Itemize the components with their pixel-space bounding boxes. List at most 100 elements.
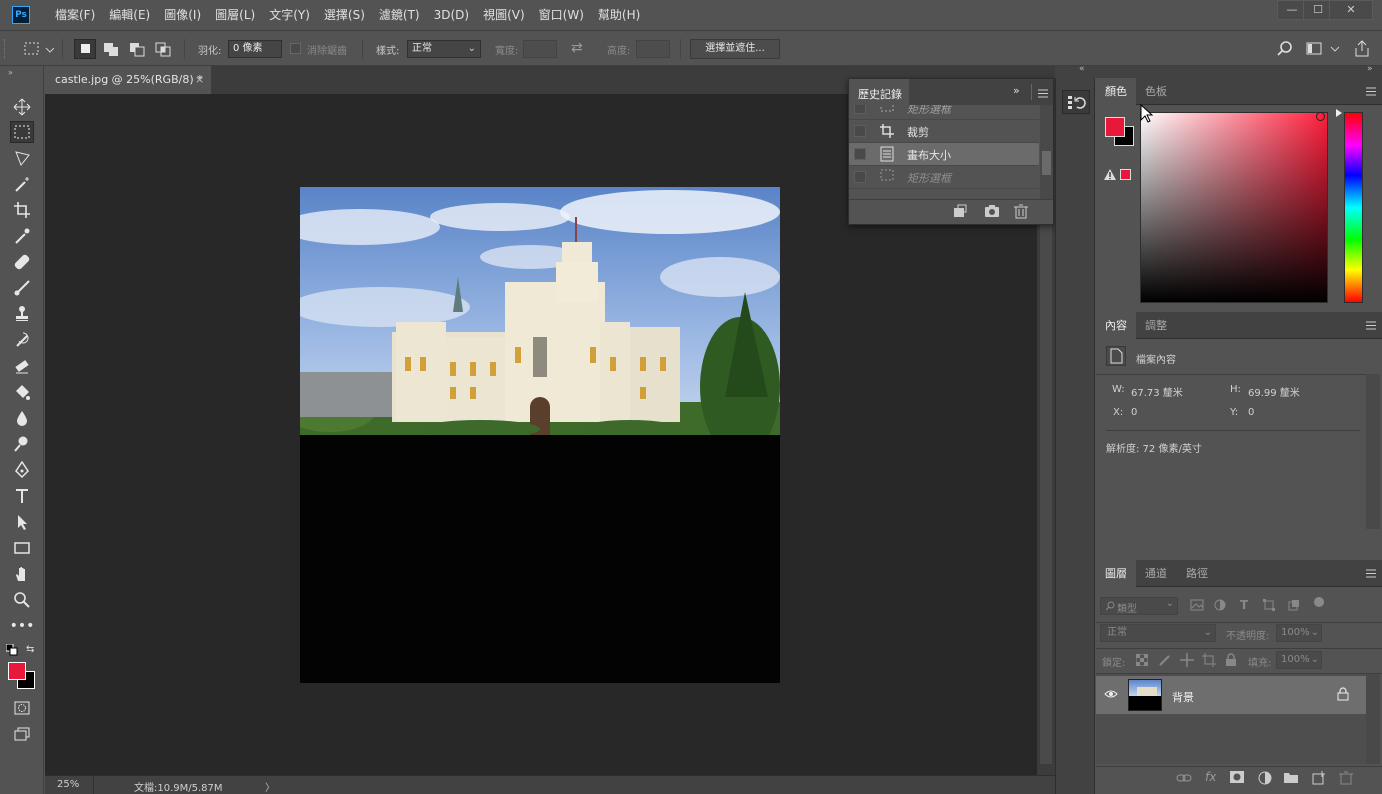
lasso-tool[interactable] bbox=[10, 147, 34, 169]
hue-slider[interactable] bbox=[1344, 112, 1363, 303]
snapshot-source-checkbox[interactable] bbox=[854, 105, 866, 114]
height-input[interactable] bbox=[636, 40, 670, 58]
subtract-selection-button[interactable] bbox=[127, 39, 147, 62]
menu-item-7[interactable]: 3D(D) bbox=[427, 0, 476, 30]
saturation-value-field[interactable] bbox=[1140, 112, 1328, 303]
zoom-level[interactable]: 25% bbox=[57, 779, 79, 790]
blend-mode-select[interactable]: 正常 ⌄ bbox=[1100, 624, 1216, 642]
lock-position-icon[interactable] bbox=[1180, 653, 1194, 670]
menu-item-9[interactable]: 窗口(W) bbox=[532, 0, 591, 30]
tab-swatches[interactable]: 色板 bbox=[1136, 78, 1176, 105]
filter-shape-layers-icon[interactable] bbox=[1263, 599, 1275, 614]
gamut-color-swatch[interactable] bbox=[1120, 169, 1131, 180]
opacity-input[interactable]: 100% ⌄ bbox=[1276, 624, 1322, 642]
select-and-mask-button[interactable]: 選擇並遮住... bbox=[690, 39, 780, 59]
properties-panel-menu[interactable] bbox=[1366, 320, 1376, 330]
layers-panel-menu[interactable] bbox=[1366, 568, 1376, 578]
history-panel-menu[interactable] bbox=[1038, 88, 1048, 101]
close-tab-icon[interactable]: × bbox=[195, 66, 204, 94]
hue-slider-handle[interactable] bbox=[1336, 109, 1342, 117]
paint-bucket-tool[interactable] bbox=[10, 381, 34, 403]
history-dock-button[interactable] bbox=[1062, 90, 1090, 114]
antialias-checkbox[interactable] bbox=[290, 43, 301, 54]
width-value[interactable]: 67.73 釐米 bbox=[1131, 384, 1183, 399]
quick-mask-button[interactable] bbox=[10, 697, 34, 719]
healing-brush-tool[interactable] bbox=[10, 251, 34, 273]
lock-artboard-icon[interactable] bbox=[1202, 653, 1216, 670]
layer-filter-select[interactable]: 類型 ⌄ bbox=[1100, 597, 1178, 615]
snapshot-source-checkbox[interactable] bbox=[854, 148, 866, 160]
magic-wand-tool[interactable] bbox=[10, 173, 34, 195]
menu-item-5[interactable]: 選擇(S) bbox=[317, 0, 372, 30]
x-value[interactable]: 0 bbox=[1131, 407, 1137, 418]
history-brush-tool[interactable] bbox=[10, 329, 34, 351]
share-button[interactable] bbox=[1352, 39, 1372, 62]
menu-item-10[interactable]: 幫助(H) bbox=[591, 0, 647, 30]
filter-type-layers-icon[interactable]: T bbox=[1240, 598, 1248, 612]
new-selection-button[interactable] bbox=[74, 39, 96, 59]
layer-row[interactable]: 背景 bbox=[1096, 676, 1366, 714]
rectangle-tool[interactable] bbox=[10, 537, 34, 559]
collapse-dock-icon[interactable]: » bbox=[1367, 64, 1373, 74]
swap-dimensions-icon[interactable]: ⇄ bbox=[571, 40, 583, 56]
tab-adjustments[interactable]: 調整 bbox=[1136, 312, 1176, 339]
close-button[interactable]: ✕ bbox=[1329, 0, 1373, 20]
blur-tool[interactable] bbox=[10, 407, 34, 429]
fill-input[interactable]: 100% ⌄ bbox=[1276, 651, 1322, 669]
new-group-button[interactable] bbox=[1284, 771, 1298, 786]
document-tab[interactable]: castle.jpg @ 25%(RGB/8) * × bbox=[45, 66, 211, 94]
filter-smart-objects-icon[interactable] bbox=[1288, 599, 1300, 614]
move-tool[interactable] bbox=[10, 96, 34, 118]
layer-visibility-button[interactable] bbox=[1104, 689, 1118, 702]
filter-toggle-icon[interactable] bbox=[1314, 597, 1324, 607]
lock-image-pixels-icon[interactable] bbox=[1158, 653, 1172, 670]
menu-item-6[interactable]: 濾鏡(T) bbox=[372, 0, 427, 30]
adjustment-layer-button[interactable] bbox=[1258, 771, 1272, 788]
eraser-tool[interactable] bbox=[10, 355, 34, 377]
filter-adjustment-layers-icon[interactable] bbox=[1214, 599, 1226, 614]
type-tool[interactable] bbox=[10, 485, 34, 507]
lock-transparent-pixels-icon[interactable] bbox=[1135, 653, 1149, 669]
properties-scrollbar[interactable] bbox=[1366, 374, 1380, 529]
feather-input[interactable]: 0 像素 bbox=[228, 40, 282, 58]
menu-item-8[interactable]: 視圖(V) bbox=[476, 0, 532, 30]
eyedropper-tool[interactable] bbox=[10, 225, 34, 247]
swap-colors-icon[interactable]: ⇆ bbox=[26, 644, 34, 655]
status-menu-arrow-icon[interactable]: 〉 bbox=[265, 779, 275, 794]
history-item[interactable]: 裁剪 bbox=[849, 120, 1039, 143]
hand-tool[interactable] bbox=[10, 563, 34, 585]
add-selection-button[interactable] bbox=[101, 39, 121, 62]
style-select[interactable]: 正常 ⌄ bbox=[407, 40, 481, 58]
add-mask-button[interactable] bbox=[1230, 771, 1244, 786]
menu-item-4[interactable]: 文字(Y) bbox=[262, 0, 317, 30]
color-panel-menu[interactable] bbox=[1366, 86, 1376, 96]
delete-state-button[interactable] bbox=[1013, 203, 1029, 222]
clone-stamp-tool[interactable] bbox=[10, 303, 34, 325]
rect-marquee-tool[interactable] bbox=[10, 121, 34, 143]
tab-layers[interactable]: 圖層 bbox=[1096, 560, 1136, 587]
delete-layer-button[interactable] bbox=[1339, 770, 1353, 788]
new-layer-button[interactable] bbox=[1312, 771, 1326, 788]
search-button[interactable] bbox=[1276, 40, 1294, 61]
screen-mode-button[interactable] bbox=[10, 723, 34, 745]
color-picker-marker[interactable] bbox=[1316, 112, 1325, 121]
default-colors-icon[interactable] bbox=[5, 643, 18, 659]
collapse-toolbar-icon[interactable]: » bbox=[8, 68, 13, 77]
pen-tool[interactable] bbox=[10, 459, 34, 481]
workspace-button[interactable] bbox=[1305, 40, 1341, 61]
expand-dock-icon[interactable]: « bbox=[1079, 64, 1085, 74]
tab-channels[interactable]: 通道 bbox=[1136, 560, 1176, 587]
tab-paths[interactable]: 路徑 bbox=[1177, 560, 1217, 587]
marquee-tool-preset-button[interactable] bbox=[22, 40, 55, 61]
layer-effects-button[interactable]: fx bbox=[1205, 770, 1216, 784]
new-document-from-state-button[interactable] bbox=[952, 203, 968, 222]
foreground-color-swatch[interactable] bbox=[8, 662, 26, 680]
history-item[interactable]: 矩形選框 bbox=[849, 105, 1039, 120]
snapshot-source-checkbox[interactable] bbox=[854, 171, 866, 183]
history-scrollbar[interactable] bbox=[1040, 105, 1053, 199]
snapshot-source-checkbox[interactable] bbox=[854, 125, 866, 137]
menu-item-3[interactable]: 圖層(L) bbox=[208, 0, 262, 30]
intersect-selection-button[interactable] bbox=[153, 39, 173, 62]
zoom-tool[interactable] bbox=[10, 589, 34, 611]
height-value[interactable]: 69.99 釐米 bbox=[1248, 384, 1300, 399]
